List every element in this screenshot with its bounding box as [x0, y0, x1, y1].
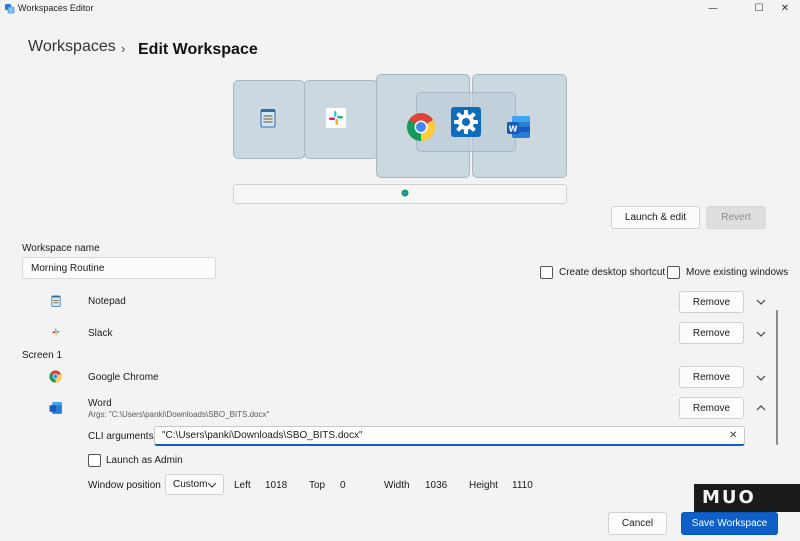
settings-icon: [451, 107, 481, 137]
chevron-up-icon[interactable]: [755, 403, 767, 413]
list-scrollbar[interactable]: [776, 310, 778, 445]
width-value[interactable]: 1036: [425, 480, 447, 491]
slack-icon: [326, 108, 346, 128]
slack-icon: [52, 328, 60, 336]
move-windows-checkbox[interactable]: [667, 266, 680, 279]
breadcrumb-workspaces[interactable]: Workspaces: [28, 38, 116, 56]
left-value[interactable]: 1018: [265, 480, 287, 491]
minimize-button[interactable]: —: [698, 0, 728, 16]
left-label: Left: [234, 480, 251, 491]
app-name-notepad: Notepad: [88, 296, 126, 307]
chevron-down-icon[interactable]: [755, 297, 767, 307]
chrome-icon: [49, 370, 62, 383]
top-label: Top: [309, 480, 326, 491]
window-position-value: Custom: [173, 479, 208, 490]
remove-notepad-button[interactable]: Remove: [679, 291, 744, 313]
window-title: Workspaces Editor: [18, 3, 94, 13]
cancel-button[interactable]: Cancel: [608, 512, 667, 535]
save-workspace-button[interactable]: Save Workspace: [681, 512, 778, 535]
close-button[interactable]: ✕: [770, 0, 800, 16]
create-shortcut-label: Create desktop shortcut: [559, 267, 666, 278]
top-value[interactable]: 0: [340, 480, 346, 491]
launch-edit-button[interactable]: Launch & edit: [611, 206, 700, 229]
watermark-text: MUO: [702, 487, 756, 508]
chevron-down-icon[interactable]: [755, 373, 767, 383]
workspace-name-input[interactable]: Morning Routine: [22, 257, 216, 279]
notepad-icon: [51, 295, 61, 307]
height-label: Height: [469, 480, 498, 491]
remove-word-button[interactable]: Remove: [679, 397, 744, 419]
page-title: Edit Workspace: [138, 41, 258, 58]
chrome-small-icon: [401, 189, 409, 197]
cli-arguments-label: CLI arguments: [88, 431, 154, 442]
screen-label: Screen 1: [22, 350, 63, 361]
app-name-slack: Slack: [88, 328, 113, 339]
title-bar: [0, 0, 800, 18]
preview-second-screen: [233, 184, 567, 204]
breadcrumb-separator: ›: [121, 41, 126, 56]
app-name-chrome: Google Chrome: [88, 372, 159, 383]
launch-admin-label: Launch as Admin: [106, 455, 183, 466]
notepad-icon: [260, 109, 276, 128]
launch-admin-checkbox[interactable]: [88, 454, 101, 467]
create-shortcut-checkbox[interactable]: [540, 266, 553, 279]
svg-text:W: W: [509, 125, 518, 134]
cli-arguments-input[interactable]: "C:\Users\panki\Downloads\SBO_BITS.docx": [154, 426, 745, 446]
clear-cli-button[interactable]: ✕: [729, 430, 737, 441]
window-position-label: Window position: [88, 480, 161, 491]
word-icon: [49, 402, 62, 414]
chevron-down-icon: [207, 482, 217, 488]
height-value[interactable]: 1110: [512, 480, 533, 491]
word-args-text: Args: "C:\Users\panki\Downloads\SBO_BITS…: [88, 410, 270, 419]
width-label: Width: [384, 480, 410, 491]
chevron-down-icon[interactable]: [755, 329, 767, 339]
revert-button[interactable]: Revert: [706, 206, 766, 229]
word-icon: W: [507, 116, 530, 138]
app-name-word: Word: [88, 398, 112, 409]
layout-preview: W: [232, 74, 568, 206]
chrome-icon: [407, 113, 435, 141]
remove-slack-button[interactable]: Remove: [679, 322, 744, 344]
workspaces-app-icon: [5, 4, 15, 14]
workspace-name-label: Workspace name: [22, 243, 100, 254]
move-windows-label: Move existing windows: [686, 267, 789, 278]
remove-chrome-button[interactable]: Remove: [679, 366, 744, 388]
